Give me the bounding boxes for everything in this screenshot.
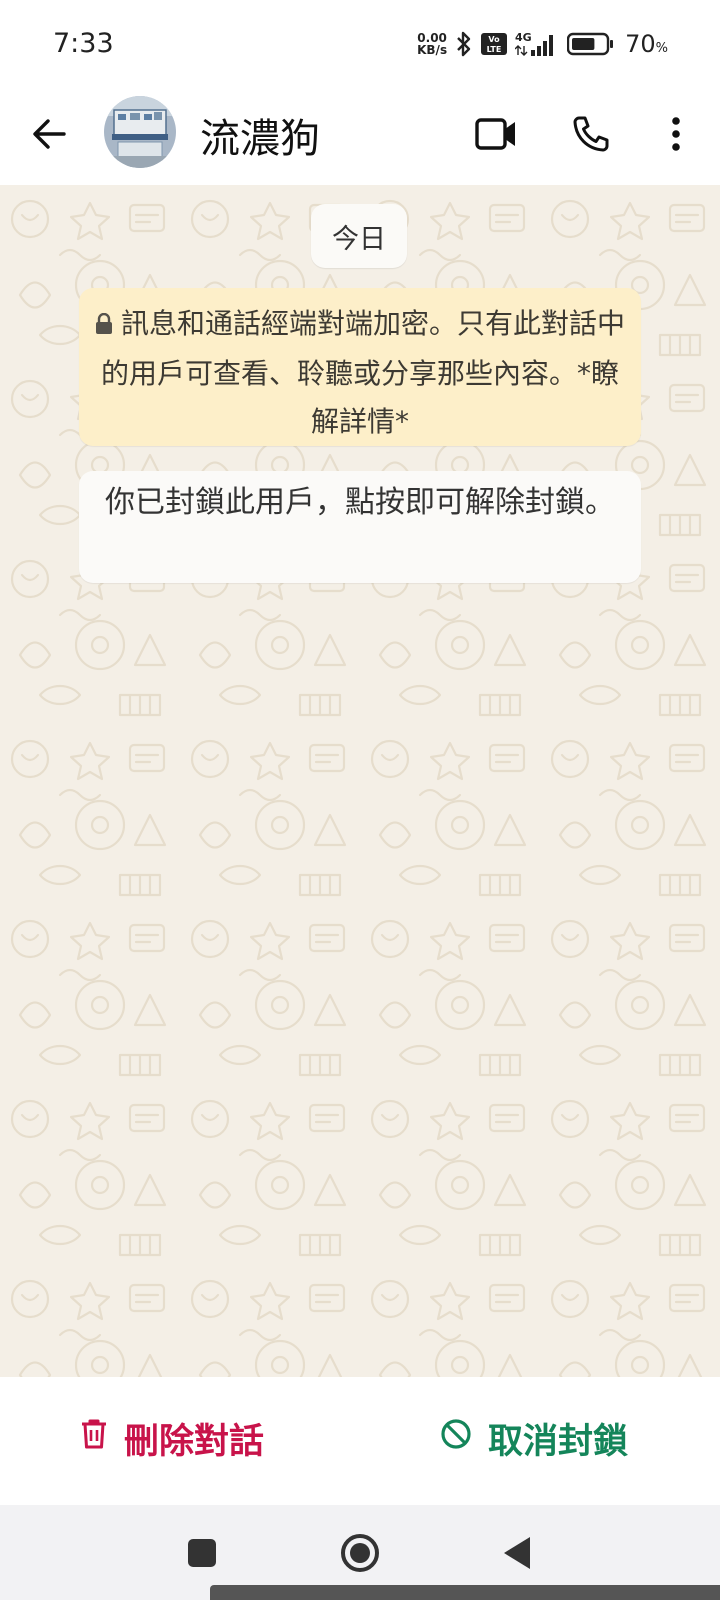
more-options-button[interactable]: [648, 108, 704, 164]
status-time: 7:33: [53, 28, 114, 59]
phone-icon: [571, 114, 611, 158]
lock-icon: [95, 302, 113, 350]
battery-percent: 70%: [625, 30, 668, 58]
status-bar: 7:33 0.00 KB/s Vo LTE 4G 70%: [0, 0, 720, 90]
encryption-notice-text: 訊息和通話經端對端加密。只有此對話中的用戶可查看、聆聽或分享那些內容。*瞭解詳情…: [100, 307, 626, 438]
home-circle-icon: [340, 1533, 380, 1577]
chat-area[interactable]: 今日 訊息和通話經端對端加密。只有此對話中的用戶可查看、聆聽或分享那些內容。*瞭…: [0, 185, 720, 1377]
network-speed-unit: KB/s: [417, 43, 448, 57]
signal-icon: 4G: [515, 30, 559, 58]
bluetooth-icon: [455, 30, 473, 58]
battery-fill: [572, 38, 595, 50]
date-chip: 今日: [311, 204, 407, 268]
battery-percent-value: 70: [625, 30, 656, 58]
delete-chat-label: 刪除對話: [124, 1421, 265, 1462]
volte-icon: Vo LTE: [481, 32, 508, 56]
blocked-notice[interactable]: 你已封鎖此用戶，點按即可解除封鎖。: [79, 471, 641, 583]
system-nav-bar: [0, 1505, 720, 1600]
battery-percent-sign: %: [655, 41, 668, 56]
status-icons: 0.00 KB/s Vo LTE 4G 70%: [417, 27, 668, 61]
block-circle-icon: [440, 1418, 472, 1459]
battery-icon: [567, 32, 615, 56]
back-button[interactable]: [25, 112, 73, 160]
more-vert-icon: [670, 116, 682, 156]
unblock-label: 取消封鎖: [488, 1421, 629, 1462]
unblock-button[interactable]: 取消封鎖: [440, 1407, 628, 1469]
contact-name[interactable]: 流濃狗: [200, 106, 320, 164]
chat-header: 流濃狗: [0, 90, 720, 185]
back-triangle-icon: [502, 1536, 532, 1574]
recents-button[interactable]: [180, 1533, 224, 1577]
video-call-button[interactable]: [468, 108, 524, 164]
network-speed: 0.00 KB/s: [417, 32, 447, 56]
video-call-icon: [474, 116, 518, 156]
blocked-actions-bar: 刪除對話 取消封鎖: [0, 1377, 720, 1505]
nav-back-button[interactable]: [495, 1533, 539, 1577]
recents-square-icon: [187, 1538, 217, 1572]
home-button[interactable]: [338, 1533, 382, 1577]
trash-icon: [80, 1418, 108, 1459]
delete-chat-button[interactable]: 刪除對話: [80, 1407, 264, 1469]
network-type: 4G: [515, 31, 532, 44]
avatar[interactable]: [104, 96, 176, 168]
encryption-notice[interactable]: 訊息和通話經端對端加密。只有此對話中的用戶可查看、聆聽或分享那些內容。*瞭解詳情…: [79, 288, 641, 446]
volte-bottom: LTE: [487, 45, 502, 54]
voice-call-button[interactable]: [563, 108, 619, 164]
volte-top: Vo: [488, 35, 500, 44]
gesture-indicator: [210, 1585, 720, 1600]
blocked-notice-text: 你已封鎖此用戶，點按即可解除封鎖。: [105, 485, 615, 520]
back-arrow-icon: [31, 116, 67, 156]
